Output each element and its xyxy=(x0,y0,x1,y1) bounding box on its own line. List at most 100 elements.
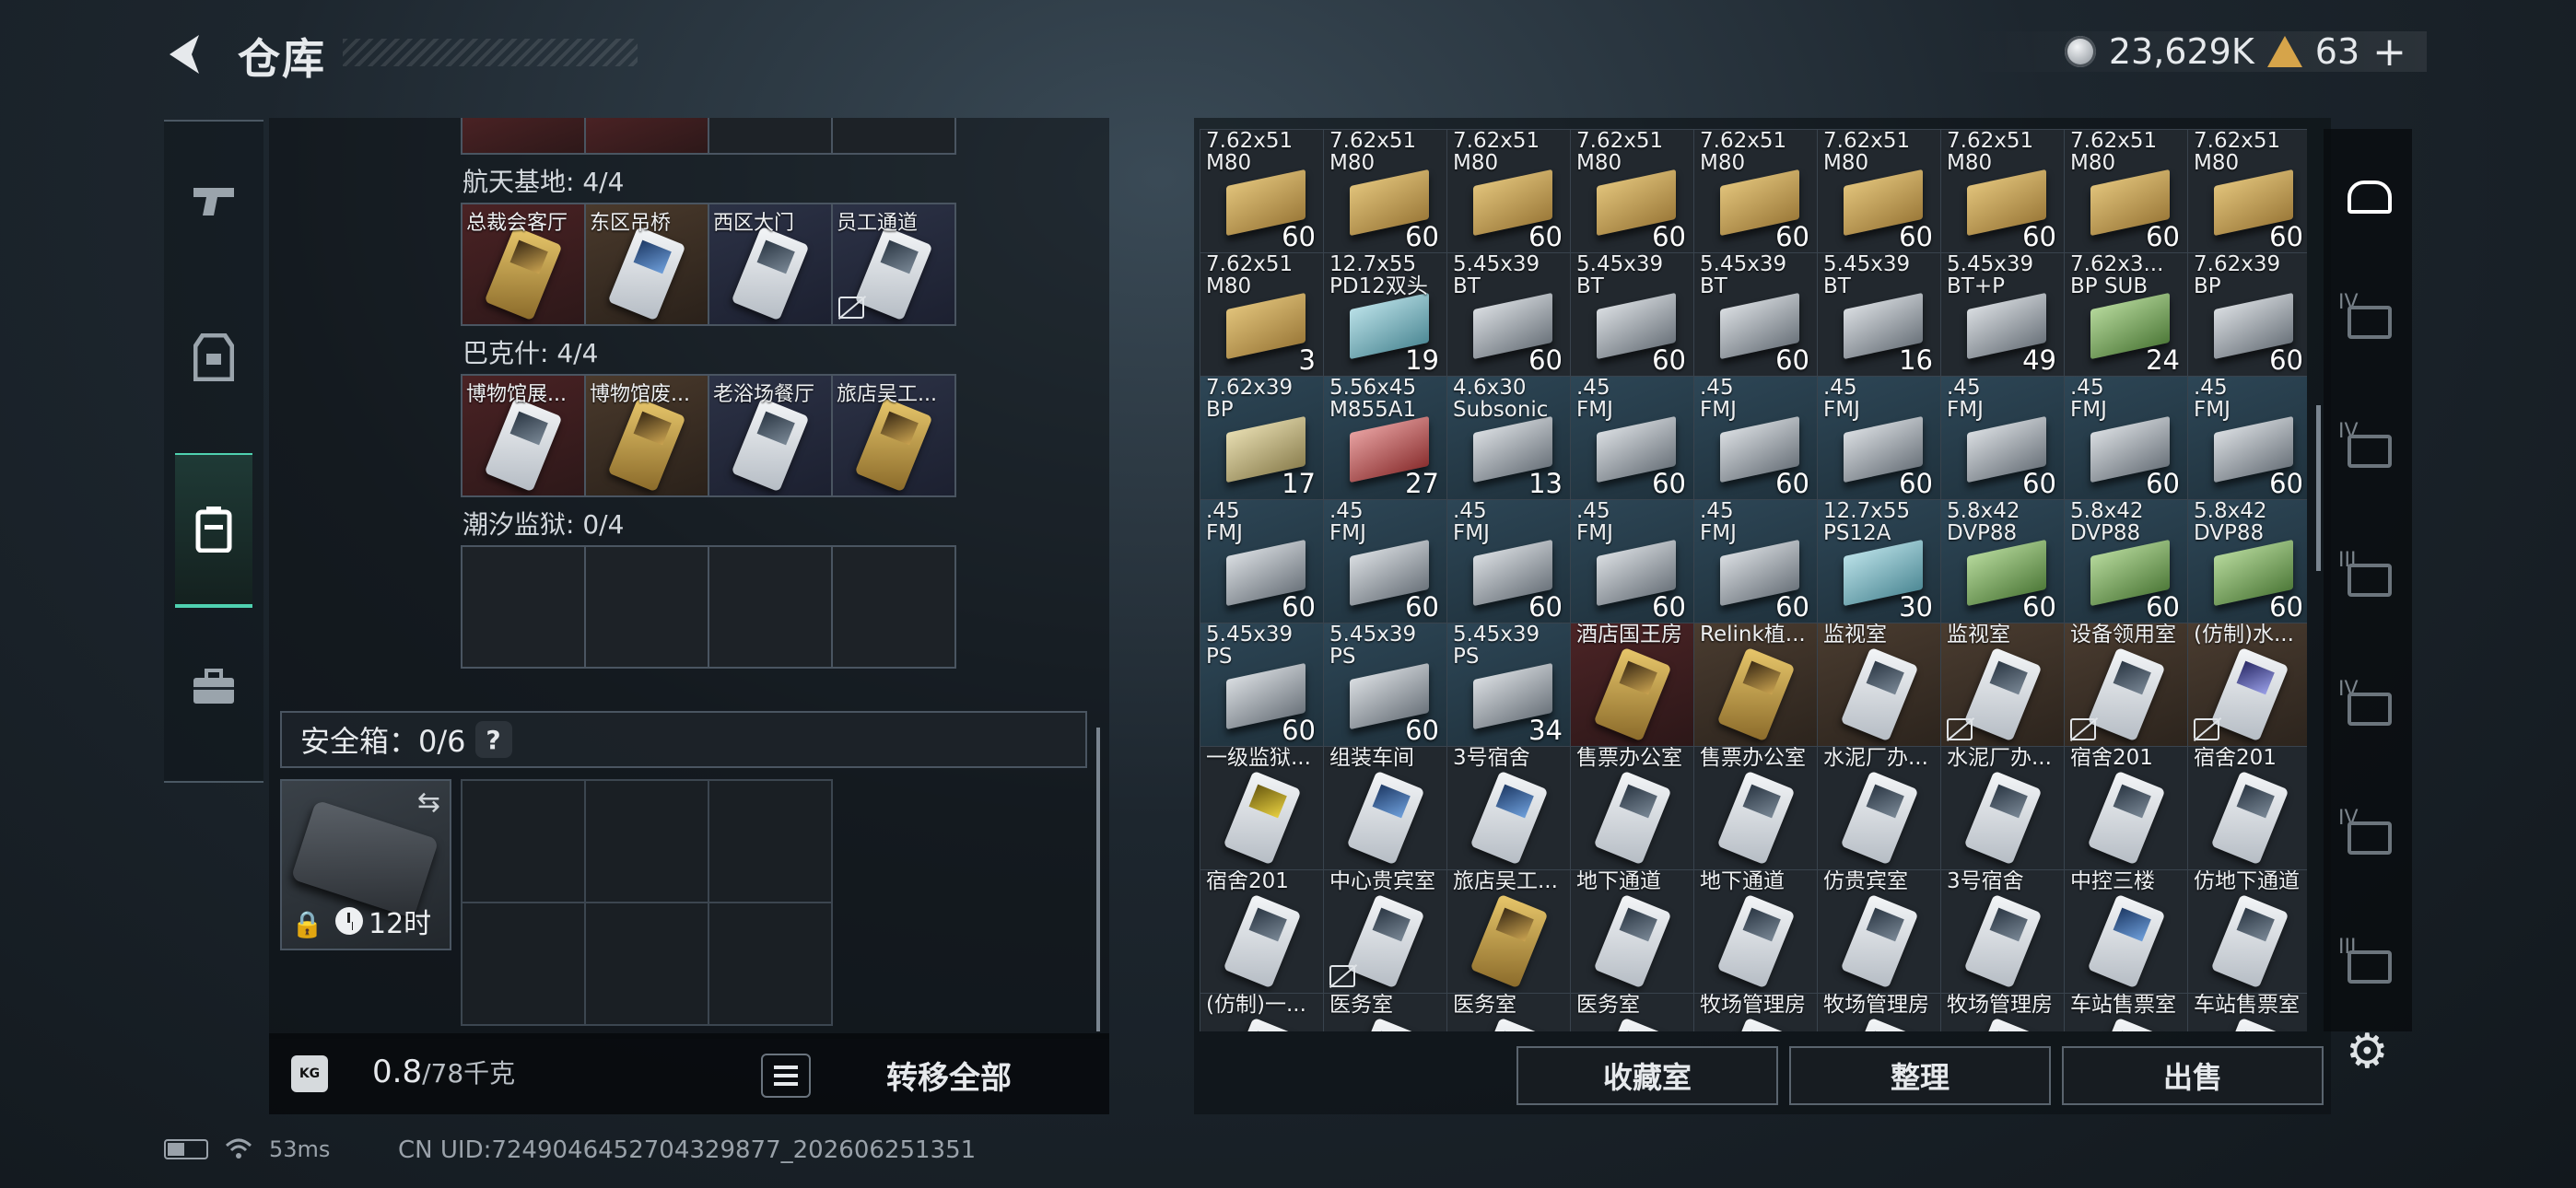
stash-item[interactable]: .45 FMJ 60 xyxy=(1694,500,1817,623)
stash-item[interactable]: 7.62x51 M80 60 xyxy=(1818,130,1940,252)
stash-item[interactable]: .45 FMJ 60 xyxy=(1571,377,1693,499)
stash-item[interactable]: 7.62x51 M80 60 xyxy=(1447,130,1570,252)
stash-item[interactable]: 5.45x39 BT 60 xyxy=(1447,253,1570,376)
stash-item[interactable]: 一级监狱... xyxy=(1200,747,1323,869)
stash-tab-home[interactable] xyxy=(2338,166,2397,225)
stash-item[interactable]: .45 FMJ 60 xyxy=(1694,377,1817,499)
stash-item[interactable]: 车站售票室 xyxy=(2065,994,2187,1031)
stash-item[interactable]: 5.45x39 PS 60 xyxy=(1200,623,1323,746)
stash-item[interactable]: 监视室 xyxy=(1818,623,1940,746)
nav-weapon[interactable] xyxy=(177,164,251,238)
stash-item[interactable]: 7.62x51 M80 60 xyxy=(1694,130,1817,252)
empty-slot[interactable] xyxy=(463,781,584,902)
stash-tab-6[interactable]: III xyxy=(2338,936,2397,995)
stash-item[interactable]: (仿制)水... xyxy=(2188,623,2307,746)
key-card-slot[interactable]: 博物馆展... xyxy=(463,376,584,495)
gear-icon[interactable]: ⚙ xyxy=(2346,1028,2394,1076)
stash-item[interactable]: 仿地下通道 xyxy=(2188,870,2307,993)
stash-item[interactable]: 5.45x39 BT+P 49 xyxy=(1941,253,2064,376)
stash-item[interactable]: 宿舍201 xyxy=(1200,870,1323,993)
stash-item[interactable]: 7.62x51 M80 60 xyxy=(1571,130,1693,252)
stash-item[interactable]: 水泥厂办... xyxy=(1941,747,2064,869)
stash-item[interactable]: 5.8x42 DVP88 60 xyxy=(2065,500,2187,623)
stash-item[interactable]: Relink植... xyxy=(1694,623,1817,746)
stash-tab-3[interactable]: III xyxy=(2338,549,2397,608)
key-card-slot[interactable]: 旅店吴工... xyxy=(833,376,954,495)
key-card-slot[interactable]: 老浴场餐厅 xyxy=(709,376,831,495)
empty-slot[interactable] xyxy=(463,547,584,667)
stash-item[interactable]: 5.56x45 M855A1 27 xyxy=(1324,377,1446,499)
stash-item[interactable]: 7.62x51 M80 60 xyxy=(1324,130,1446,252)
stash-item[interactable]: (仿制)一... xyxy=(1200,994,1323,1031)
stash-item[interactable]: 7.62x51 M80 60 xyxy=(2188,130,2307,252)
stash-item[interactable]: 3号宿舍 xyxy=(1447,747,1570,869)
empty-slot[interactable] xyxy=(833,547,954,667)
stash-item[interactable]: .45 FMJ 60 xyxy=(1818,377,1940,499)
key-card-slot[interactable]: 西区大门 xyxy=(709,204,831,324)
stash-item[interactable]: 7.62x51 M80 60 xyxy=(1941,130,2064,252)
back-arrow-icon[interactable] xyxy=(162,31,208,77)
help-button[interactable]: ? xyxy=(474,721,512,758)
stash-item[interactable]: 牧场管理房 xyxy=(1818,994,1940,1031)
key-card-slot[interactable]: 博物馆废... xyxy=(586,376,708,495)
key-card-slot[interactable]: 总裁会客厅 xyxy=(463,204,584,324)
stash-item[interactable]: 12.7x55 PS12A 30 xyxy=(1818,500,1940,623)
stash-item[interactable]: .45 FMJ 60 xyxy=(1447,500,1570,623)
stash-item[interactable]: 地下通道 xyxy=(1694,870,1817,993)
add-token-button[interactable]: + xyxy=(2372,29,2406,76)
nav-toolbox[interactable] xyxy=(177,650,251,724)
stash-item[interactable]: 售票办公室 xyxy=(1694,747,1817,869)
stash-item[interactable]: 宿舍201 xyxy=(2188,747,2307,869)
stash-item[interactable]: 牧场管理房 xyxy=(1694,994,1817,1031)
stash-item[interactable]: 3号宿舍 xyxy=(1941,870,2064,993)
stash-item[interactable]: 12.7x55 PD12双头 19 xyxy=(1324,253,1446,376)
empty-slot[interactable] xyxy=(709,781,831,902)
stash-item[interactable]: 车站售票室 xyxy=(2188,994,2307,1031)
safe-box-item[interactable]: ⇆ 🔒 12时 xyxy=(280,779,451,950)
stash-item[interactable]: 5.8x42 DVP88 60 xyxy=(1941,500,2064,623)
stash-item[interactable]: 旅店吴工... xyxy=(1447,870,1570,993)
empty-slot[interactable] xyxy=(586,903,708,1024)
stash-item[interactable]: .45 FMJ 60 xyxy=(1200,500,1323,623)
stash-item[interactable]: 5.45x39 BT 60 xyxy=(1571,253,1693,376)
empty-slot[interactable] xyxy=(709,547,831,667)
stash-item[interactable]: 监视室 xyxy=(1941,623,2064,746)
stash-item[interactable]: 水泥厂办... xyxy=(1818,747,1940,869)
stash-item[interactable]: .45 FMJ 60 xyxy=(1941,377,2064,499)
key-card-slot[interactable]: 员工通道 xyxy=(833,204,954,324)
left-scrollbar[interactable] xyxy=(1096,728,1100,1031)
stash-item[interactable]: 7.62x51 M80 60 xyxy=(1200,130,1323,252)
stash-item[interactable]: 酒店国王房 xyxy=(1571,623,1693,746)
nav-armor[interactable] xyxy=(177,320,251,394)
stash-item[interactable]: 5.8x42 DVP88 60 xyxy=(2188,500,2307,623)
stash-item[interactable]: 7.62x39 BP 17 xyxy=(1200,377,1323,499)
stash-item[interactable]: 牧场管理房 xyxy=(1941,994,2064,1031)
stash-item[interactable]: .45 FMJ 60 xyxy=(2065,377,2187,499)
stash-item[interactable]: 仿贵宾室 xyxy=(1818,870,1940,993)
stash-tab-4[interactable]: IV xyxy=(2338,678,2397,737)
stash-item[interactable]: 设备领用室 xyxy=(2065,623,2187,746)
stash-item[interactable]: 医务室 xyxy=(1324,994,1446,1031)
stash-item[interactable]: .45 FMJ 60 xyxy=(1324,500,1446,623)
stash-item[interactable]: 中心贵宾室 xyxy=(1324,870,1446,993)
stash-item[interactable]: 售票办公室 xyxy=(1571,747,1693,869)
stash-item[interactable]: 医务室 xyxy=(1447,994,1570,1031)
organize-button[interactable]: 整理 xyxy=(1789,1046,2051,1105)
sell-button[interactable]: 出售 xyxy=(2062,1046,2324,1105)
favorites-button[interactable]: 收藏室 xyxy=(1516,1046,1778,1105)
stash-item[interactable]: 宿舍201 xyxy=(2065,747,2187,869)
empty-slot[interactable] xyxy=(709,903,831,1024)
stash-item[interactable]: 7.62x51 M80 60 xyxy=(2065,130,2187,252)
stash-item[interactable]: .45 FMJ 60 xyxy=(1571,500,1693,623)
stash-item[interactable]: 5.45x39 BT 16 xyxy=(1818,253,1940,376)
stash-item[interactable]: 中控三楼 xyxy=(2065,870,2187,993)
stash-item[interactable]: 7.62x51 M80 3 xyxy=(1200,253,1323,376)
empty-slot[interactable] xyxy=(586,547,708,667)
stash-item[interactable]: 5.45x39 BT 60 xyxy=(1694,253,1817,376)
stash-item[interactable]: 7.62x39 BP 60 xyxy=(2188,253,2307,376)
empty-slot[interactable] xyxy=(463,903,584,1024)
stash-item[interactable]: 5.45x39 PS 34 xyxy=(1447,623,1570,746)
list-view-button[interactable] xyxy=(761,1054,811,1098)
stash-tab-2[interactable]: IV xyxy=(2338,420,2397,479)
stash-item[interactable]: 组装车间 xyxy=(1324,747,1446,869)
